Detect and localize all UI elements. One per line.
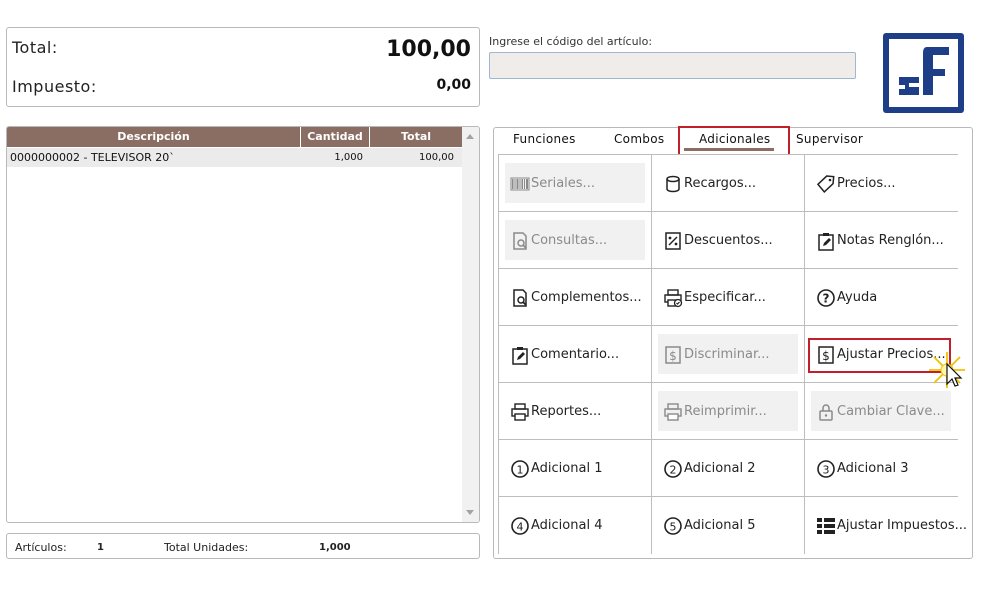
especificar-button[interactable]: Especificar... [652, 269, 805, 326]
scroll-up-arrow-icon[interactable] [466, 134, 474, 139]
svg-text:2: 2 [670, 463, 677, 476]
button-label: Complementos... [531, 290, 642, 305]
complementos-button[interactable]: Complementos... [499, 269, 652, 326]
ajustar-impuestos-button[interactable]: Ajustar Impuestos... [805, 497, 967, 554]
adicional-5-button[interactable]: 5 Adicional 5 [652, 497, 805, 554]
units-label: Total Unidades: [164, 541, 249, 554]
button-label: Adicional 4 [531, 518, 603, 533]
button-label: Ayuda [837, 290, 878, 305]
discriminar-button[interactable]: $ Discriminar... [652, 326, 805, 383]
svg-text:1: 1 [517, 463, 524, 476]
adicional-1-button[interactable]: 1 Adicional 1 [499, 440, 652, 497]
totals-panel: Total: 100,00 Impuesto: 0,00 [6, 27, 480, 107]
tax-value: 0,00 [436, 77, 471, 93]
svg-text:4: 4 [517, 520, 524, 533]
item-code-input[interactable] [489, 52, 856, 79]
printer-icon [510, 402, 530, 422]
button-label: Descuentos... [684, 233, 773, 248]
notas-renglon-button[interactable]: Notas Renglón... [805, 212, 958, 269]
circle-2-icon: 2 [663, 459, 683, 479]
button-label: Especificar... [684, 290, 766, 305]
recargos-button[interactable]: Recargos... [652, 155, 805, 212]
tab-funciones[interactable]: Funciones [513, 132, 576, 146]
total-label: Total: [12, 38, 58, 57]
price-tag-icon [816, 174, 836, 194]
button-label: Adicional 2 [684, 461, 756, 476]
button-label: Precios... [837, 176, 896, 191]
summary-footer: Artículos: 1 Total Unidades: 1,000 [6, 533, 480, 559]
button-label: Reimprimir... [684, 404, 767, 419]
items-grid-header: Descripción Cantidad Total [7, 127, 462, 147]
item-code-label: Ingrese el código del artículo: [489, 35, 653, 48]
adicional-2-button[interactable]: 2 Adicional 2 [652, 440, 805, 497]
actions-panel: Funciones Combos Adicionales Supervisor … [493, 126, 973, 559]
mouse-pointer-icon [929, 352, 965, 388]
circle-1-icon: 1 [510, 459, 530, 479]
button-label: Notas Renglón... [837, 233, 944, 248]
button-label: Reportes... [531, 404, 602, 419]
svg-text:3: 3 [823, 463, 830, 476]
column-header-total[interactable]: Total [370, 127, 462, 147]
button-label: Recargos... [684, 176, 757, 191]
svg-text:?: ? [823, 292, 830, 306]
ayuda-button[interactable]: ? Ayuda [805, 269, 958, 326]
grid-list-icon [816, 516, 836, 536]
row-quantity: 1,000 [334, 152, 363, 163]
svg-text:$: $ [669, 349, 677, 363]
button-label: Adicional 1 [531, 461, 603, 476]
grid-scrollbar[interactable] [462, 127, 479, 522]
cambiar-clave-button[interactable]: Cambiar Clave... [805, 383, 958, 440]
adicional-3-button[interactable]: 3 Adicional 3 [805, 440, 958, 497]
articles-label: Artículos: [15, 541, 67, 554]
row-description: 0000000002 - TELEVISOR 20` [10, 151, 175, 164]
column-header-quantity[interactable]: Cantidad [301, 127, 370, 147]
barcode-icon [510, 174, 530, 194]
button-label: Discriminar... [684, 347, 770, 362]
reimprimir-button[interactable]: Reimprimir... [652, 383, 805, 440]
row-total: 100,00 [419, 152, 454, 163]
document-search-icon [510, 288, 530, 308]
percent-icon [663, 231, 683, 251]
printer-check-icon [663, 288, 683, 308]
precios-button[interactable]: Precios... [805, 155, 958, 212]
adicional-4-button[interactable]: 4 Adicional 4 [499, 497, 652, 554]
tab-combos[interactable]: Combos [614, 132, 664, 146]
articles-value: 1 [97, 542, 104, 553]
table-row[interactable]: 0000000002 - TELEVISOR 20` 1,000 100,00 [7, 148, 462, 167]
total-value: 100,00 [386, 37, 471, 62]
dollar-document-icon: $ [663, 345, 683, 365]
seriales-button[interactable]: Seriales... [499, 155, 652, 212]
consultas-button[interactable]: Consultas... [499, 212, 652, 269]
clipboard-edit-icon [816, 231, 836, 251]
button-label: Adicional 5 [684, 518, 756, 533]
button-label: Seriales... [531, 176, 595, 191]
button-label: Adicional 3 [837, 461, 909, 476]
button-label: Consultas... [531, 233, 608, 248]
button-label: Cambiar Clave... [837, 404, 945, 419]
help-icon: ? [816, 288, 836, 308]
clipboard-edit-icon [510, 345, 530, 365]
brand-logo [883, 33, 964, 113]
button-label: Comentario... [531, 347, 620, 362]
document-search-icon [510, 231, 530, 251]
column-header-description[interactable]: Descripción [7, 127, 301, 147]
comentario-button[interactable]: Comentario... [499, 326, 652, 383]
reportes-button[interactable]: Reportes... [499, 383, 652, 440]
items-grid: Descripción Cantidad Total 0000000002 - … [6, 126, 480, 523]
cylinder-icon [663, 174, 683, 194]
units-value: 1,000 [319, 542, 351, 553]
tax-label: Impuesto: [12, 77, 97, 96]
circle-3-icon: 3 [816, 459, 836, 479]
circle-4-icon: 4 [510, 516, 530, 536]
descuentos-button[interactable]: Descuentos... [652, 212, 805, 269]
printer-icon [663, 402, 683, 422]
svg-text:5: 5 [670, 520, 677, 533]
button-label: Ajustar Impuestos... [837, 518, 968, 533]
tab-supervisor[interactable]: Supervisor [796, 132, 863, 146]
lock-icon [816, 402, 836, 422]
circle-5-icon: 5 [663, 516, 683, 536]
scroll-down-arrow-icon[interactable] [466, 510, 474, 515]
